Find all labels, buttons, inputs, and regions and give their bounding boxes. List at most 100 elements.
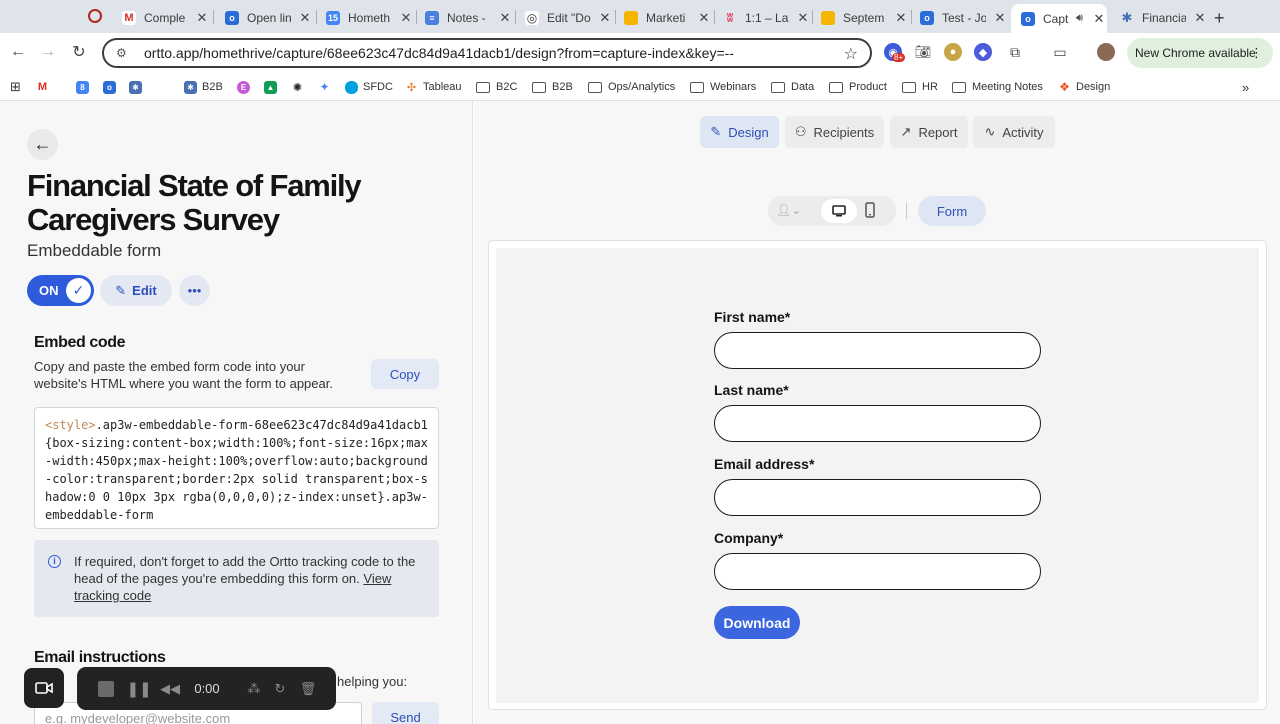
speaker-icon[interactable]: 🔊︎	[1076, 12, 1083, 25]
more-menu-icon[interactable]: ⋮	[1250, 45, 1263, 61]
forward-icon[interactable]: →	[37, 41, 59, 63]
bookmark-folder-hr[interactable]: HR	[902, 78, 938, 96]
new-tab-button[interactable]: +	[1214, 8, 1225, 29]
bookmark-b2b[interactable]: ✱ B2B	[184, 78, 223, 96]
folder-icon	[476, 81, 490, 93]
close-tab-icon[interactable]: ✕	[992, 10, 1008, 26]
bookmark-tableau[interactable]: ✣ Tableau	[405, 78, 462, 96]
record-indicator-icon	[88, 9, 102, 23]
bookmark-ortto[interactable]: o	[103, 78, 121, 96]
form-view-button[interactable]: Form	[918, 196, 986, 226]
browser-tab-one-on-one[interactable]: ʬ 1:1 – Lat ✕	[713, 4, 811, 31]
close-tab-icon[interactable]: ✕	[795, 10, 811, 26]
browser-tab-september[interactable]: Septem ✕	[811, 4, 909, 31]
last-name-label: Last name*	[714, 382, 789, 398]
close-tab-icon[interactable]: ✕	[696, 10, 712, 26]
close-tab-icon[interactable]: ✕	[297, 10, 313, 26]
tab-report[interactable]: ↗ Report	[890, 116, 968, 148]
more-options-icon[interactable]: •••	[179, 275, 210, 306]
effects-icon[interactable]: ⁂	[245, 680, 263, 697]
bookmark-folder-meeting-notes[interactable]: Meeting Notes	[952, 78, 1043, 96]
browser-tab-open-links[interactable]: o Open lin ✕	[215, 4, 313, 31]
bookmark-gmail[interactable]: M	[36, 78, 54, 96]
tab-activity[interactable]: ∿ Activity	[973, 116, 1055, 148]
bookmark-e[interactable]: E	[237, 78, 255, 96]
on-off-toggle[interactable]: ON ✓	[27, 275, 94, 306]
avatar[interactable]	[1097, 43, 1115, 61]
bookmark-calendar[interactable]: 8	[76, 78, 94, 96]
restart-icon[interactable]: ↻	[271, 680, 289, 697]
browser-tab-gmail[interactable]: M Comple ✕	[112, 4, 210, 31]
bookmark-folder-data[interactable]: Data	[771, 78, 814, 96]
first-name-label: First name*	[714, 309, 791, 325]
camera-toggle-button[interactable]	[24, 668, 64, 708]
last-name-field[interactable]	[714, 405, 1041, 442]
bookmark-folder-ops-analytics[interactable]: Ops/Analytics	[588, 78, 675, 96]
bookmark-folder-b2b[interactable]: B2B	[532, 78, 573, 96]
bookmark-design[interactable]: ❖ Design	[1058, 78, 1110, 96]
site-settings-icon[interactable]: ⚙	[116, 46, 132, 60]
pencil-icon: ✎	[710, 124, 722, 139]
close-tab-icon[interactable]: ✕	[893, 10, 909, 26]
bookmark-drive[interactable]: ▲	[264, 78, 282, 96]
apps-icon[interactable]: ⊞	[10, 78, 21, 96]
desktop-icon[interactable]	[821, 199, 857, 223]
shield-icon[interactable]: ◆	[974, 43, 992, 61]
copy-button[interactable]: Copy	[371, 359, 439, 389]
browser-tab-homethrive[interactable]: 15 Hometh ✕	[316, 4, 414, 31]
more-bookmarks-icon[interactable]: »	[1242, 78, 1249, 96]
bookmark-folder-product[interactable]: Product	[829, 78, 887, 96]
browser-tab-edit-doc[interactable]: ◎ Edit "Do ✕	[515, 4, 613, 31]
bookmark-star-icon[interactable]: ☆	[844, 44, 858, 64]
rewind-icon[interactable]: ◀◀	[160, 680, 180, 697]
browser-tab-capture-active[interactable]: o Capt 🔊︎ ✕	[1011, 4, 1107, 33]
asterisk-icon: ✱	[129, 80, 142, 94]
bookmark-folder-webinars[interactable]: Webinars	[690, 78, 756, 96]
close-tab-icon[interactable]: ✕	[597, 10, 613, 26]
download-button[interactable]: Download	[714, 606, 800, 639]
bookmark-openai[interactable]: ✺	[291, 78, 309, 96]
stop-icon[interactable]	[97, 680, 115, 697]
email-address-field[interactable]	[714, 479, 1041, 516]
camera-icon[interactable]: 📷︎	[914, 43, 932, 61]
close-tab-icon[interactable]: ✕	[1091, 11, 1107, 27]
close-tab-icon[interactable]: ✕	[194, 10, 210, 26]
company-field[interactable]	[714, 553, 1041, 590]
edit-button[interactable]: ✎ Edit	[100, 275, 172, 306]
side-panel-icon[interactable]: ▭	[1051, 43, 1069, 61]
pause-icon[interactable]: ❚❚	[126, 680, 151, 698]
mobile-icon[interactable]	[864, 202, 876, 223]
browser-tab-notes[interactable]: ≡ Notes - ✕	[415, 4, 513, 31]
ortto-icon: o	[920, 10, 934, 25]
tracking-code-notice: i If required, don't forget to add the O…	[34, 540, 439, 617]
extensions-puzzle-icon[interactable]: ⧉	[1006, 43, 1024, 61]
drive-icon: ▲	[264, 80, 277, 94]
embed-code-box[interactable]: <style>.ap3w-embeddable-form-68ee623c47d…	[34, 407, 439, 529]
cookie-icon[interactable]: ●	[944, 43, 962, 61]
bookmark-asterisk[interactable]: ✱	[129, 78, 147, 96]
screen-recorder-controls: ❚❚ ◀◀ 0:00 ⁂ ↻ 🗑︎	[77, 667, 336, 710]
email-instructions-description: helping you:	[337, 674, 408, 689]
tab-design[interactable]: ✎ Design	[700, 116, 779, 148]
first-name-field[interactable]	[714, 332, 1041, 369]
tab-recipients[interactable]: ⚇ Recipients	[785, 116, 884, 148]
browser-tab-financial[interactable]: ✱ Financia ✕	[1110, 4, 1208, 31]
back-arrow-icon[interactable]: ←	[27, 129, 58, 160]
address-bar[interactable]: ⚙ ortto.app/homethrive/capture/68ee623c4…	[102, 38, 872, 68]
reload-icon[interactable]: ↻	[68, 41, 90, 63]
browser-tab-test[interactable]: o Test - Jo ✕	[910, 4, 1008, 31]
send-button[interactable]: Send	[372, 702, 439, 724]
close-tab-icon[interactable]: ✕	[497, 10, 513, 26]
new-chrome-available-button[interactable]: New Chrome available ⋮	[1127, 38, 1273, 68]
back-icon[interactable]: ←	[7, 41, 29, 63]
bookmark-gemini[interactable]: ✦	[318, 78, 336, 96]
bookmark-sfdc[interactable]: SFDC	[345, 78, 393, 96]
close-tab-icon[interactable]: ✕	[1192, 10, 1208, 26]
close-tab-icon[interactable]: ✕	[398, 10, 414, 26]
bookmark-folder-b2c[interactable]: B2C	[476, 78, 517, 96]
slides-icon	[821, 10, 835, 25]
person-dropdown-icon[interactable]: 👤︎⌄	[776, 203, 801, 217]
folder-icon	[902, 81, 916, 93]
browser-tab-marketing[interactable]: Marketi ✕	[614, 4, 712, 31]
trash-icon[interactable]: 🗑︎	[299, 680, 317, 697]
